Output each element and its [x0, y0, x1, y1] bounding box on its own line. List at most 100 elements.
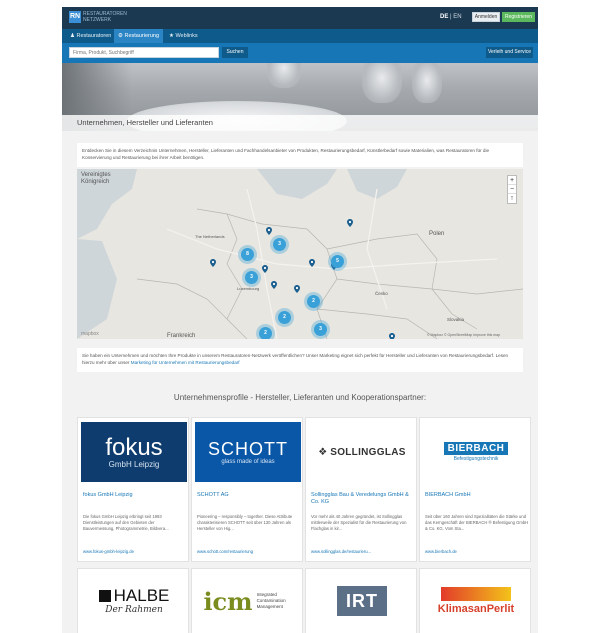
logo-subtext: GmbH Leipzig [108, 459, 160, 469]
company-card[interactable]: ❖ SOLLINGGLAS Sollingglas Bau & Veredelu… [305, 417, 417, 562]
login-button[interactable]: Anmelden [472, 12, 500, 22]
company-url-link[interactable]: www.sollingglas.de/restaurieru... [311, 549, 415, 554]
logo-subtext: Befestigungstechnik [453, 456, 499, 462]
map-label: Česko [375, 291, 388, 296]
company-card[interactable]: KlimasanPerlit [419, 568, 531, 633]
tab-label: Weblinks [175, 33, 198, 39]
logo-text: HALBE [113, 586, 170, 605]
map-pin-icon[interactable] [266, 227, 272, 235]
company-logo[interactable]: IRT [309, 573, 415, 629]
map-pin-icon[interactable] [210, 259, 216, 267]
company-logo[interactable]: SCHOTT glass made of ideas [195, 422, 301, 482]
map-pin-icon[interactable] [294, 285, 300, 293]
top-bar: RN RESTAURATOREN NETZWERK DE | EN Anmeld… [62, 7, 538, 29]
company-description: Vor mehr als 40 Jahren gegründet, ist So… [311, 514, 407, 531]
company-name-link[interactable]: Sollingglas Bau & Veredelungs GmbH & Co.… [311, 492, 415, 506]
company-card[interactable]: fokus GmbH Leipzig fokus GmbH Leipzig Di… [77, 417, 189, 562]
hero-glass [267, 63, 301, 88]
company-map[interactable]: Vereinigtes Königreich The Netherlands P… [77, 169, 523, 339]
zoom-out-button[interactable]: − [508, 185, 516, 194]
map-zoom-controls: + − ↑ [507, 175, 517, 204]
zoom-in-button[interactable]: + [508, 176, 516, 185]
page: RN RESTAURATOREN NETZWERK DE | EN Anmeld… [62, 7, 538, 633]
logo-text: fokus [105, 433, 163, 461]
map-pin-icon[interactable] [271, 281, 277, 289]
company-name-link[interactable]: fokus GmbH Leipzig [83, 492, 187, 499]
star-icon: ★ [169, 33, 174, 39]
map-cluster[interactable]: 5 [331, 255, 344, 268]
company-name-link[interactable]: BIERBACH GmbH [425, 492, 529, 499]
logo-line2: NETZWERK [83, 17, 112, 23]
page-title: Unternehmen, Hersteller und Lieferanten [62, 115, 538, 131]
company-card[interactable]: SCHOTT glass made of ideas SCHOTT AG Pio… [191, 417, 303, 562]
hero-glass [362, 63, 402, 103]
logo-text: IRT [337, 586, 387, 616]
company-logo[interactable]: ❖ SOLLINGGLAS [309, 422, 415, 482]
company-card[interactable]: BIERBACH Befestigungstechnik BIERBACH Gm… [419, 417, 531, 562]
company-card[interactable]: IRT [305, 568, 417, 633]
map-label: Slovakia [447, 317, 465, 322]
company-logo[interactable]: icm Integrated Contamination Management [195, 573, 301, 629]
tab-label: Restaurierung [124, 33, 160, 39]
logo-subtext: Integrated Contamination Management [256, 592, 286, 609]
logo-text: SCHOTT [208, 439, 288, 459]
map-cluster[interactable]: 2 [307, 295, 320, 308]
logo-text: BIERBACH [443, 442, 509, 455]
logo-text: SOLLINGGLAS [330, 446, 406, 458]
intro-text: Entdecken Sie in diesem Verzeichnis Unte… [77, 143, 523, 167]
company-description: Seit über 160 Jahren sind Spezialitäten … [425, 514, 529, 531]
company-url-link[interactable]: www.fokus-gmbh-leipzig.de [83, 549, 187, 554]
map-pin-icon[interactable] [389, 333, 395, 339]
gear-icon: ⚙ [118, 33, 123, 39]
map-cluster[interactable]: 3 [245, 271, 258, 284]
compass-button[interactable]: ↑ [508, 194, 516, 203]
company-card[interactable]: icm Integrated Contamination Management [191, 568, 303, 633]
map-pin-icon[interactable] [262, 265, 268, 273]
tab-restaurierung[interactable]: ⚙ Restaurierung [114, 29, 164, 43]
profiles-heading: Unternehmensprofile - Hersteller, Liefer… [173, 393, 427, 402]
company-name-link[interactable]: SCHOTT AG [197, 492, 301, 499]
logo-text: KlimasanPerlit [437, 603, 515, 615]
tab-label: Restauratoren [76, 33, 112, 39]
service-button[interactable]: Verleih und Service [486, 47, 533, 58]
company-description: Die fokus GmbH Leipzig erbringt seit 199… [83, 514, 169, 531]
map-cluster[interactable]: 2 [259, 327, 272, 339]
company-logo[interactable]: BIERBACH Befestigungstechnik [423, 422, 529, 482]
company-card[interactable]: HALBE Der Rahmen [77, 568, 189, 633]
company-url-link[interactable]: www.schott.com/restaurierung [197, 549, 301, 554]
company-logo[interactable]: fokus GmbH Leipzig [81, 422, 187, 482]
register-button[interactable]: Registrieren [502, 12, 535, 22]
logo-text: icm [203, 586, 253, 616]
map-label: Polen [429, 231, 445, 237]
search-button[interactable]: Suchen [222, 47, 248, 58]
logo-subtext: glass made of ideas [221, 459, 275, 465]
hero-glass [412, 63, 442, 103]
search-bar: Suchen Verleih und Service [62, 43, 538, 63]
logo-mark-icon: RN [69, 11, 81, 23]
mapbox-logo: mapbox [81, 331, 99, 337]
main-nav: ♟ Restauratoren ⚙ Restaurierung ★ Weblin… [62, 29, 538, 43]
lang-en[interactable]: EN [453, 14, 461, 20]
site-logo[interactable]: RN RESTAURATOREN NETZWERK [69, 11, 129, 25]
search-input[interactable] [69, 47, 219, 58]
tab-weblinks[interactable]: ★ Weblinks [165, 29, 202, 43]
map-background [77, 169, 523, 339]
map-pin-icon[interactable] [347, 219, 353, 227]
logo-subtext: Der Rahmen [105, 605, 163, 615]
marketing-link[interactable]: Marketing für Unternehmen mit Restaurier… [131, 360, 240, 365]
company-logo[interactable]: KlimasanPerlit [423, 573, 529, 629]
map-attribution[interactable]: © Mapbox © OpenStreetMap Improve this ma… [427, 333, 500, 337]
marketing-notice: Sie haben ein Unternehmen und möchten Ih… [77, 348, 523, 372]
map-label: Vereinigtes [81, 172, 111, 178]
map-cluster[interactable]: 2 [278, 311, 291, 324]
company-logo[interactable]: HALBE Der Rahmen [81, 573, 187, 629]
company-url-link[interactable]: www.bierbach.de [425, 549, 529, 554]
map-label: Königreich [81, 179, 110, 185]
tab-restauratoren[interactable]: ♟ Restauratoren [66, 29, 115, 43]
map-cluster[interactable]: 3 [273, 238, 286, 251]
map-cluster[interactable]: 8 [241, 248, 254, 261]
language-switch: DE | EN [440, 14, 462, 20]
map-pin-icon[interactable] [309, 259, 315, 267]
company-description: Pioneering – responsibly – together. Die… [197, 514, 293, 531]
map-cluster[interactable]: 3 [314, 323, 327, 336]
